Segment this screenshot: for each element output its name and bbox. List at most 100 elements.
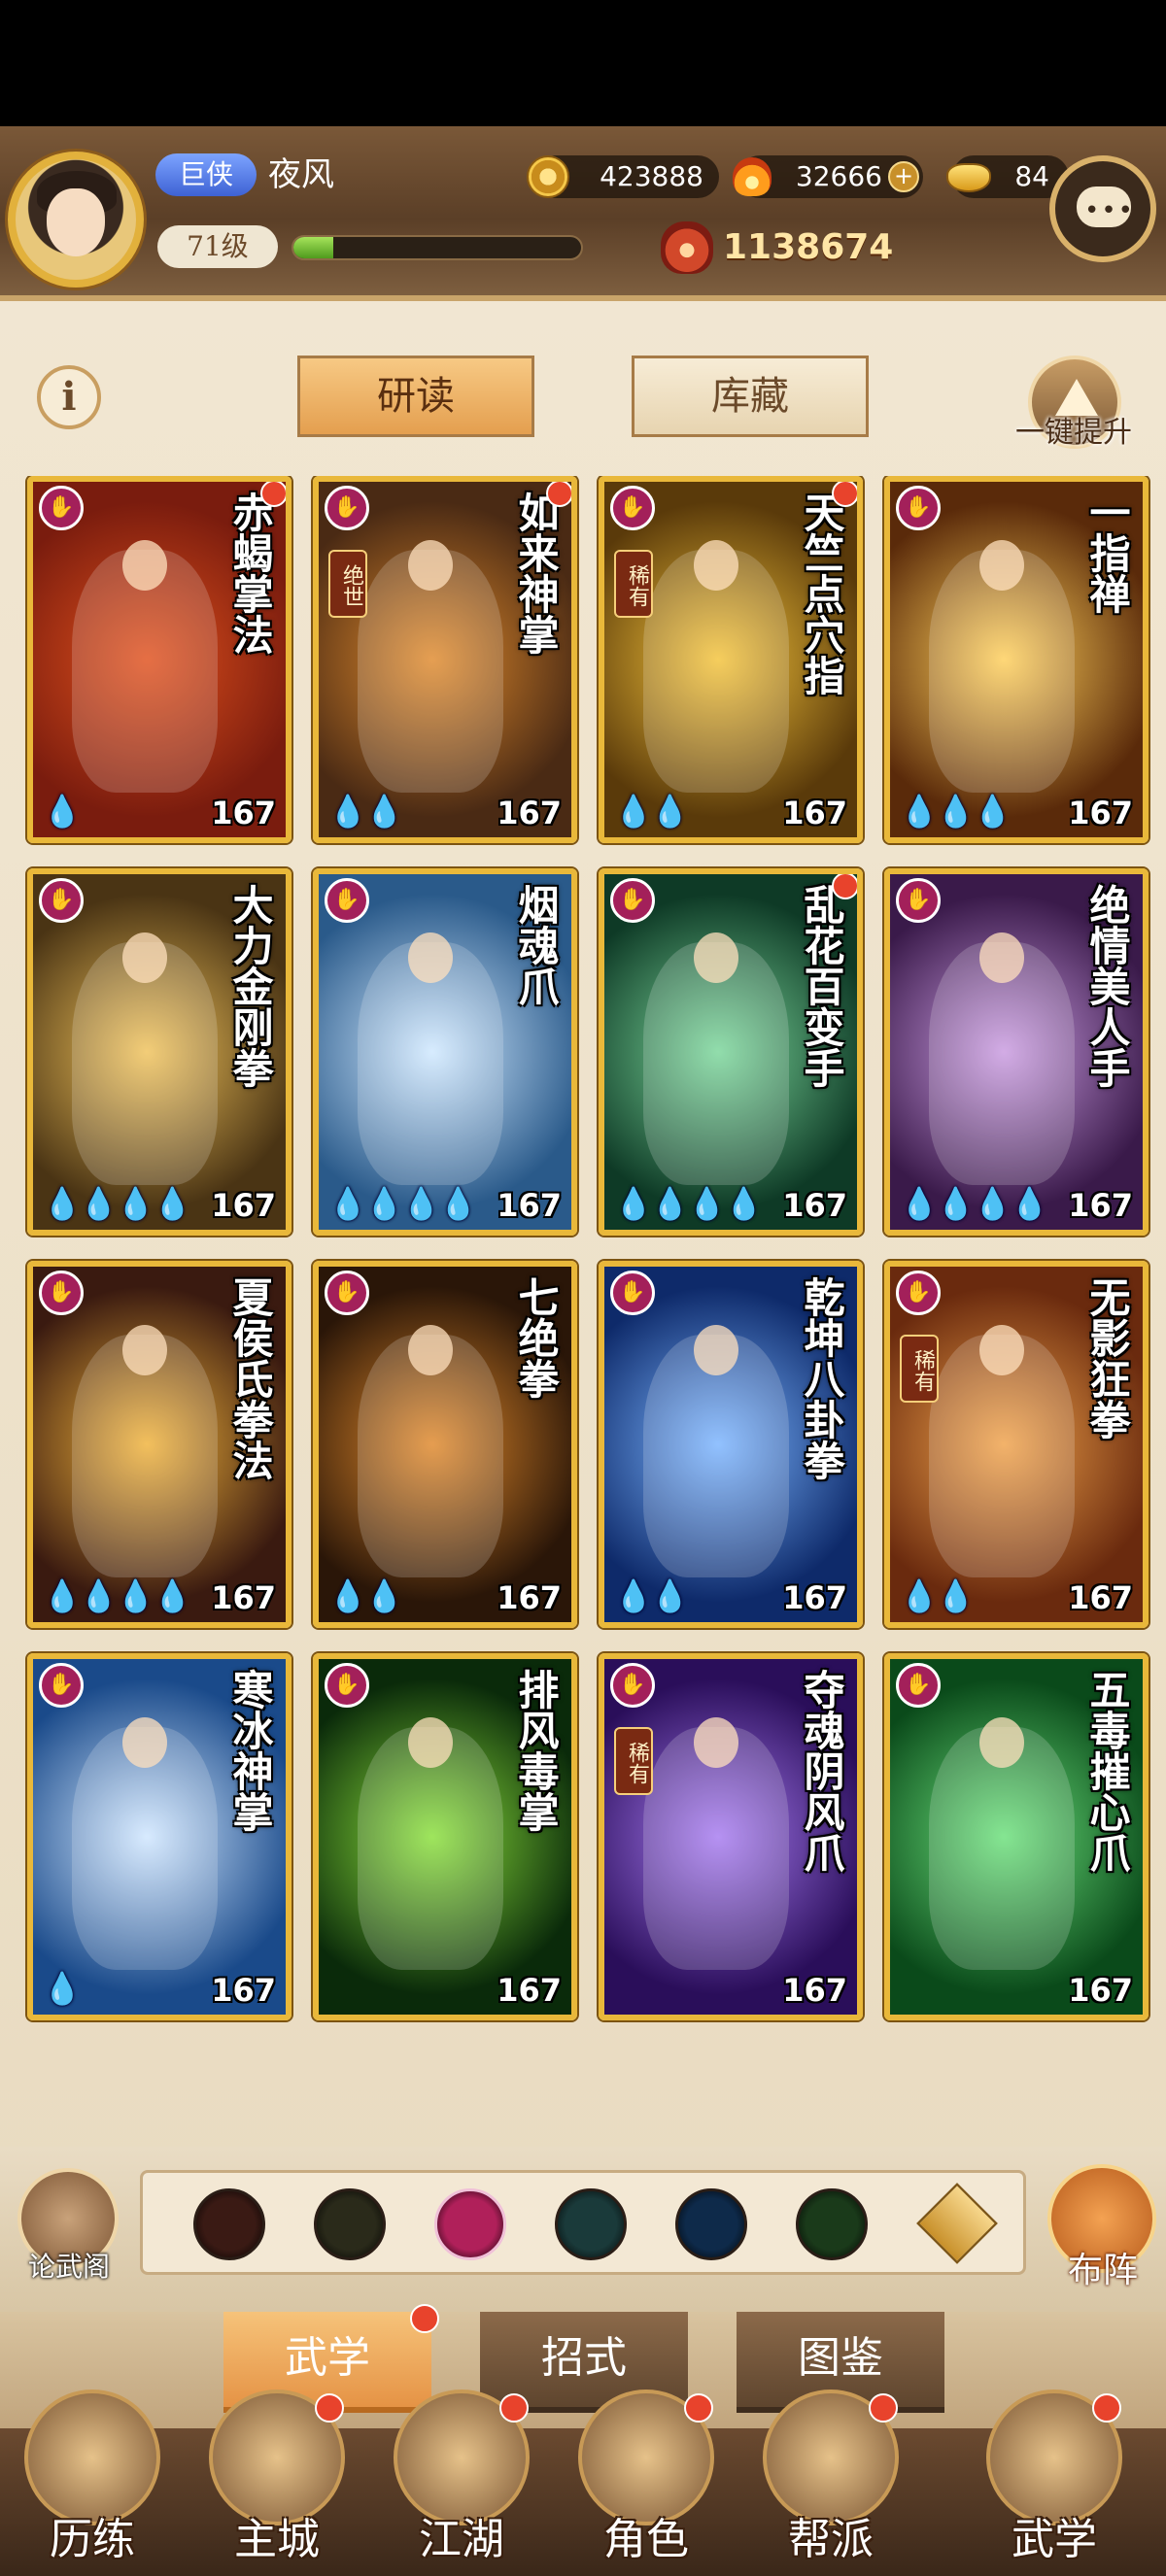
upgrade-all-label: 一键提升 <box>1015 416 1132 450</box>
card-level: 167 <box>782 1579 847 1616</box>
card-star-drops: 💧💧 <box>328 1577 404 1614</box>
player-header: 巨侠 夜风 71级 423888 32666 + 84 1138674 ••• <box>0 126 1166 301</box>
skill-card[interactable]: ✋ 绝情美人手 💧💧💧💧 167 <box>884 868 1149 1236</box>
card-character-head <box>122 540 167 591</box>
card-skill-name: 五毒摧心爪 <box>1083 1669 1131 1873</box>
palm-school-icon: ✋ <box>325 1271 369 1315</box>
ring-school-icon[interactable] <box>796 2188 868 2260</box>
nav-label: 主城 <box>234 2515 320 2564</box>
card-level: 167 <box>782 795 847 831</box>
card-level: 167 <box>1068 1187 1133 1224</box>
skill-card[interactable]: ✋ 天竺点穴指 稀有 💧💧 167 <box>599 476 863 843</box>
card-character-head <box>122 932 167 983</box>
skill-card[interactable]: ✋ 乾坤八卦拳 💧💧 167 <box>599 1261 863 1628</box>
nav-lilian[interactable]: 历练 <box>10 2390 175 2574</box>
notification-dot <box>410 2304 439 2333</box>
chat-button[interactable]: ••• <box>1049 155 1156 262</box>
card-skill-name: 绝情美人手 <box>1083 884 1131 1088</box>
nav-zhucheng[interactable]: 主城 <box>194 2390 360 2574</box>
skill-card[interactable]: ✋ 排风毒掌 167 <box>313 1653 577 2020</box>
card-skill-name: 七绝拳 <box>512 1276 560 1399</box>
skill-card[interactable]: ✋ 无影狂拳 稀有 💧💧 167 <box>884 1261 1149 1628</box>
tab-study[interactable]: 研读 <box>297 356 534 437</box>
card-level: 167 <box>497 1972 562 2009</box>
gold-ingot-icon <box>946 163 991 192</box>
palm-school-icon: ✋ <box>325 878 369 923</box>
card-level: 167 <box>782 1972 847 2009</box>
spiral-school-icon[interactable] <box>675 2188 747 2260</box>
card-star-drops: 💧💧💧💧 <box>614 1185 763 1222</box>
card-skill-name: 乱花百变手 <box>798 884 845 1088</box>
player-avatar[interactable] <box>8 152 144 288</box>
game-screen: 巨侠 夜风 71级 423888 32666 + 84 1138674 ••• … <box>0 126 1166 2576</box>
notification-dot <box>1092 2393 1121 2423</box>
card-star-drops: 💧💧💧💧 <box>43 1185 191 1222</box>
skill-card[interactable]: ✋ 乱花百变手 💧💧💧💧 167 <box>599 868 863 1236</box>
card-skill-name: 夏侯氏拳法 <box>226 1276 274 1480</box>
tab-wuxue-label: 武学 <box>285 2333 370 2383</box>
skill-card[interactable]: ✋ 夏侯氏拳法 💧💧💧💧 167 <box>27 1261 292 1628</box>
coin-value: 423888 <box>600 160 703 192</box>
card-star-drops: 💧💧💧💧 <box>43 1577 191 1614</box>
skill-card[interactable]: ✋ 夺魂阴风爪 稀有 167 <box>599 1653 863 2020</box>
player-name: 夜风 <box>268 155 334 194</box>
nav-jianghu[interactable]: 江湖 <box>379 2390 544 2574</box>
chat-dots-icon: ••• <box>1084 196 1136 225</box>
card-level: 167 <box>211 795 276 831</box>
nav-bangpai[interactable]: 帮派 <box>748 2390 913 2574</box>
card-skill-name: 一指禅 <box>1083 491 1131 614</box>
card-level: 167 <box>497 795 562 831</box>
notification-dot <box>832 874 857 899</box>
card-character-head <box>694 1717 738 1768</box>
card-character-head <box>694 1325 738 1375</box>
palm-school-icon: ✋ <box>325 486 369 530</box>
nav-label: 江湖 <box>419 2515 504 2564</box>
card-star-drops: 💧💧💧💧 <box>900 1185 1048 1222</box>
blade-school-icon[interactable] <box>314 2188 386 2260</box>
info-button[interactable]: i <box>37 365 101 429</box>
notification-dot <box>315 2393 344 2423</box>
nav-label: 角色 <box>603 2515 689 2564</box>
skill-card[interactable]: ✋ 五毒摧心爪 167 <box>884 1653 1149 2020</box>
card-level: 167 <box>211 1579 276 1616</box>
skill-card[interactable]: ✋ 寒冰神掌 💧 167 <box>27 1653 292 2020</box>
skill-card[interactable]: ✋ 如来神掌 绝世 💧💧 167 <box>313 476 577 843</box>
bottom-navigation: 历练 主城 江湖 角色 帮派 武学 <box>0 2390 1166 2576</box>
all-schools-icon[interactable] <box>916 2183 998 2264</box>
card-character-head <box>408 540 453 591</box>
card-star-drops: 💧 <box>43 1970 82 2007</box>
card-character-head <box>122 1325 167 1375</box>
card-star-drops: 💧💧💧💧 <box>328 1185 477 1222</box>
card-skill-name: 寒冰神掌 <box>226 1669 274 1832</box>
card-character-head <box>694 932 738 983</box>
add-spirit-button[interactable]: + <box>888 161 919 192</box>
nav-juese[interactable]: 角色 <box>564 2390 729 2574</box>
card-rarity-tag: 绝世 <box>328 550 367 618</box>
skill-card[interactable]: ✋ 七绝拳 💧💧 167 <box>313 1261 577 1628</box>
palm-school-icon: ✋ <box>610 1271 655 1315</box>
card-star-drops: 💧💧 <box>614 793 690 830</box>
combat-power-icon <box>661 221 713 274</box>
skill-card[interactable]: ✋ 一指禅 💧💧💧 167 <box>884 476 1149 843</box>
notification-dot <box>684 2393 713 2423</box>
leaf-school-icon[interactable] <box>555 2188 627 2260</box>
card-level: 167 <box>782 1187 847 1224</box>
nav-wuxue[interactable]: 武学 <box>972 2390 1137 2574</box>
card-skill-name: 赤蝎掌法 <box>226 491 274 655</box>
skill-card[interactable]: ✋ 大力金刚拳 💧💧💧💧 167 <box>27 868 292 1236</box>
palm-school-icon[interactable] <box>434 2188 506 2260</box>
tab-collection[interactable]: 库藏 <box>632 356 869 437</box>
palm-school-icon: ✋ <box>896 1663 941 1708</box>
skill-card[interactable]: ✋ 烟魂爪 💧💧💧💧 167 <box>313 868 577 1236</box>
notification-dot <box>499 2393 529 2423</box>
palm-school-icon: ✋ <box>610 1663 655 1708</box>
card-character-head <box>122 1717 167 1768</box>
spirit-flame-icon <box>733 157 772 196</box>
sword-school-icon[interactable] <box>193 2188 265 2260</box>
skill-card[interactable]: ✋ 赤蝎掌法 💧 167 <box>27 476 292 843</box>
nav-label: 历练 <box>50 2515 135 2564</box>
card-level: 167 <box>1068 795 1133 831</box>
card-character-head <box>408 1717 453 1768</box>
card-character-head <box>408 1325 453 1375</box>
avatar-face <box>47 188 105 256</box>
